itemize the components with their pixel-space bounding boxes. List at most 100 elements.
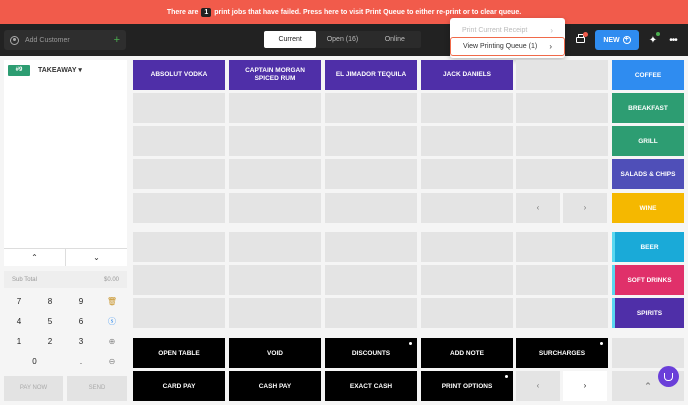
chevron-right-icon: › bbox=[583, 203, 587, 212]
more-options-dot bbox=[409, 342, 412, 345]
activity-button[interactable]: ✦ bbox=[645, 32, 661, 48]
order-tabs: Current Open (16) Online bbox=[264, 31, 421, 48]
keypad: 7 8 9 🗑 4 5 6 ⓢ 1 2 3 ⊕ 0 . ⊖ bbox=[4, 292, 127, 372]
product-captain-morgan[interactable]: CAPTAIN MORGAN SPICED RUM bbox=[229, 60, 321, 90]
chevron-up-icon: ⌃ bbox=[31, 253, 38, 262]
add-customer-button[interactable]: Add Customer + bbox=[4, 30, 126, 50]
tab-open[interactable]: Open (16) bbox=[316, 31, 368, 48]
exact-cash-label: EXACT CASH bbox=[349, 382, 393, 390]
empty-tile bbox=[421, 265, 513, 295]
key-6[interactable]: 6 bbox=[66, 312, 96, 331]
price-button[interactable]: ⓢ bbox=[97, 312, 127, 331]
top-bar: Add Customer + Current Open (16) Online … bbox=[0, 24, 688, 56]
add-note-button[interactable]: ADD NOTE bbox=[421, 338, 513, 368]
print-dropdown: Print Current Receipt › View Printing Qu… bbox=[450, 18, 565, 58]
product-el-jimador[interactable]: EL JIMADOR TEQUILA bbox=[325, 60, 417, 90]
increment-button[interactable]: ⊕ bbox=[97, 332, 127, 351]
new-order-button[interactable]: NEW + bbox=[595, 30, 639, 50]
empty-tile bbox=[421, 232, 513, 262]
discounts-button[interactable]: DISCOUNTS bbox=[325, 338, 417, 368]
pay-now-button[interactable]: PAY NOW bbox=[4, 376, 63, 401]
cash-pay-button[interactable]: CASH PAY bbox=[229, 371, 321, 401]
key-9[interactable]: 9 bbox=[66, 292, 96, 311]
key-decimal[interactable]: . bbox=[66, 352, 96, 371]
key-4[interactable]: 4 bbox=[4, 312, 34, 331]
empty-tile bbox=[133, 232, 225, 262]
chevron-left-icon: ‹ bbox=[536, 203, 540, 212]
empty-tile bbox=[133, 159, 225, 189]
trash-button[interactable]: 🗑 bbox=[97, 292, 127, 311]
key-1[interactable]: 1 bbox=[4, 332, 34, 351]
category-wine[interactable]: WINE bbox=[612, 193, 684, 223]
chevron-down-icon: ▾ bbox=[78, 67, 82, 74]
key-7[interactable]: 7 bbox=[4, 292, 34, 311]
empty-tile bbox=[516, 232, 608, 262]
card-pay-button[interactable]: CARD PAY bbox=[133, 371, 225, 401]
void-button[interactable]: VOID bbox=[229, 338, 321, 368]
product-jack-daniels[interactable]: JACK DANIELS bbox=[421, 60, 513, 90]
category-salads-chips[interactable]: SALADS & CHIPS bbox=[612, 159, 684, 189]
order-type-select[interactable]: TAKEAWAY ▾ bbox=[38, 66, 82, 74]
empty-tile bbox=[516, 265, 608, 295]
sparkle-icon: ✦ bbox=[648, 34, 658, 46]
category-beer[interactable]: BEER bbox=[612, 232, 684, 262]
dollar-circle-icon: ⓢ bbox=[108, 317, 116, 326]
category-soft-drinks[interactable]: SOFT DRINKS bbox=[612, 265, 684, 295]
key-0[interactable]: 0 bbox=[4, 352, 65, 371]
products-prev-button[interactable]: ‹ bbox=[516, 193, 560, 223]
key-2[interactable]: 2 bbox=[35, 332, 65, 351]
empty-tile bbox=[516, 93, 608, 123]
empty-tile bbox=[421, 298, 513, 328]
empty-tile bbox=[325, 265, 417, 295]
more-icon: ••• bbox=[669, 34, 677, 46]
print-options-button[interactable]: PRINT OPTIONS bbox=[421, 371, 513, 401]
print-failed-banner[interactable]: There are 1 print jobs that have failed.… bbox=[0, 0, 688, 24]
surcharges-label: SURCHARGES bbox=[538, 349, 586, 357]
empty-tile bbox=[229, 159, 321, 189]
category-grill[interactable]: GRILL bbox=[612, 126, 684, 156]
view-printing-queue-label: View Printing Queue (1) bbox=[463, 43, 538, 50]
exact-cash-button[interactable]: EXACT CASH bbox=[325, 371, 417, 401]
more-options-dot bbox=[505, 375, 508, 378]
scroll-up-button[interactable]: ⌃ bbox=[4, 249, 66, 266]
chevron-down-icon: ⌄ bbox=[93, 253, 100, 262]
chevron-right-icon: › bbox=[550, 26, 553, 35]
surcharges-button[interactable]: SURCHARGES bbox=[516, 338, 608, 368]
empty-tile bbox=[421, 93, 513, 123]
decrement-button[interactable]: ⊖ bbox=[97, 352, 127, 371]
empty-tile bbox=[133, 193, 225, 223]
empty-tile bbox=[229, 93, 321, 123]
trash-icon: 🗑 bbox=[106, 297, 118, 306]
view-printing-queue-item[interactable]: View Printing Queue (1) › bbox=[450, 37, 565, 56]
empty-tile bbox=[229, 265, 321, 295]
empty-tile bbox=[325, 93, 417, 123]
empty-tile bbox=[229, 298, 321, 328]
printer-button[interactable] bbox=[572, 32, 588, 48]
support-chat-button[interactable] bbox=[658, 366, 679, 387]
chat-icon bbox=[664, 372, 673, 381]
more-menu-button[interactable]: ••• bbox=[665, 32, 681, 48]
tab-online[interactable]: Online bbox=[369, 31, 421, 48]
key-8[interactable]: 8 bbox=[35, 292, 65, 311]
scroll-down-button[interactable]: ⌄ bbox=[66, 249, 127, 266]
chevron-right-icon: › bbox=[583, 381, 587, 390]
tab-current[interactable]: Current bbox=[264, 31, 317, 48]
send-button[interactable]: SEND bbox=[67, 376, 127, 401]
subtotal-label: Sub Total bbox=[12, 276, 37, 283]
subtotal-value: $0.00 bbox=[103, 276, 119, 283]
product-absolut-vodka[interactable]: ABSOLUT VODKA bbox=[133, 60, 225, 90]
key-5[interactable]: 5 bbox=[35, 312, 65, 331]
products-next-button[interactable]: › bbox=[563, 193, 607, 223]
empty-tile bbox=[133, 265, 225, 295]
category-spirits[interactable]: SPIRITS bbox=[612, 298, 684, 328]
minus-circle-icon: ⊖ bbox=[108, 357, 116, 366]
actions-next-button[interactable]: › bbox=[563, 371, 607, 401]
open-table-button[interactable]: OPEN TABLE bbox=[133, 338, 225, 368]
category-coffee[interactable]: COFFEE bbox=[612, 60, 684, 90]
actions-prev-button[interactable]: ‹ bbox=[516, 371, 560, 401]
open-table-label: OPEN TABLE bbox=[158, 349, 200, 357]
new-order-label: NEW bbox=[603, 36, 620, 44]
key-3[interactable]: 3 bbox=[66, 332, 96, 351]
plus-circle-icon: ⊕ bbox=[108, 337, 116, 346]
category-breakfast[interactable]: BREAKFAST bbox=[612, 93, 684, 123]
